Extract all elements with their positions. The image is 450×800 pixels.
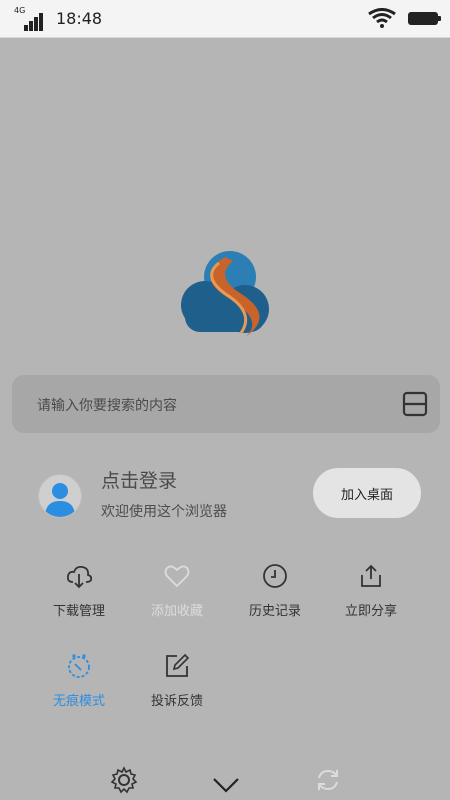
incognito-icon [68, 654, 90, 678]
network-type: 4G [14, 6, 26, 15]
download-manager-label: 下载管理 [52, 604, 105, 619]
cloud-download-icon [66, 565, 93, 589]
bottom-toolbar [0, 760, 450, 800]
status-bar: 4G 18:48 [0, 0, 450, 38]
search-placeholder: 请输入你要搜索的内容 [37, 398, 177, 414]
add-favorite-label: 添加收藏 [150, 604, 203, 619]
browser-logo [181, 251, 269, 337]
avatar[interactable] [38, 474, 82, 518]
heart-icon [164, 565, 190, 588]
history-button[interactable]: 历史记录 [235, 562, 315, 632]
user-icon [45, 483, 75, 517]
download-manager-button[interactable]: 下载管理 [39, 562, 119, 632]
chevron-down-icon[interactable] [212, 776, 240, 794]
add-favorite-button[interactable]: 添加收藏 [137, 562, 217, 632]
history-label: 历史记录 [248, 604, 301, 619]
incognito-mode-label: 无痕模式 [52, 694, 105, 709]
share-button[interactable]: 立即分享 [331, 562, 411, 632]
login-subtitle: 欢迎使用这个浏览器 [101, 504, 227, 520]
signal-icon: 4G [14, 6, 43, 31]
login-title[interactable]: 点击登录 [101, 466, 177, 493]
share-label: 立即分享 [344, 604, 397, 619]
add-to-desktop-button[interactable]: 加入桌面 [313, 468, 421, 518]
clock-time: 18:48 [56, 9, 103, 28]
feedback-button[interactable]: 投诉反馈 [137, 652, 217, 722]
share-icon [361, 564, 381, 587]
wifi-icon [368, 8, 396, 28]
scan-icon[interactable] [402, 391, 428, 417]
feedback-label: 投诉反馈 [150, 694, 203, 709]
clock-icon [263, 564, 287, 588]
incognito-mode-button[interactable]: 无痕模式 [39, 652, 119, 722]
settings-icon[interactable] [110, 766, 138, 794]
refresh-icon[interactable] [314, 766, 342, 794]
battery-icon [408, 12, 441, 25]
search-box[interactable]: 请输入你要搜索的内容 [12, 375, 440, 433]
feedback-icon [166, 653, 190, 677]
